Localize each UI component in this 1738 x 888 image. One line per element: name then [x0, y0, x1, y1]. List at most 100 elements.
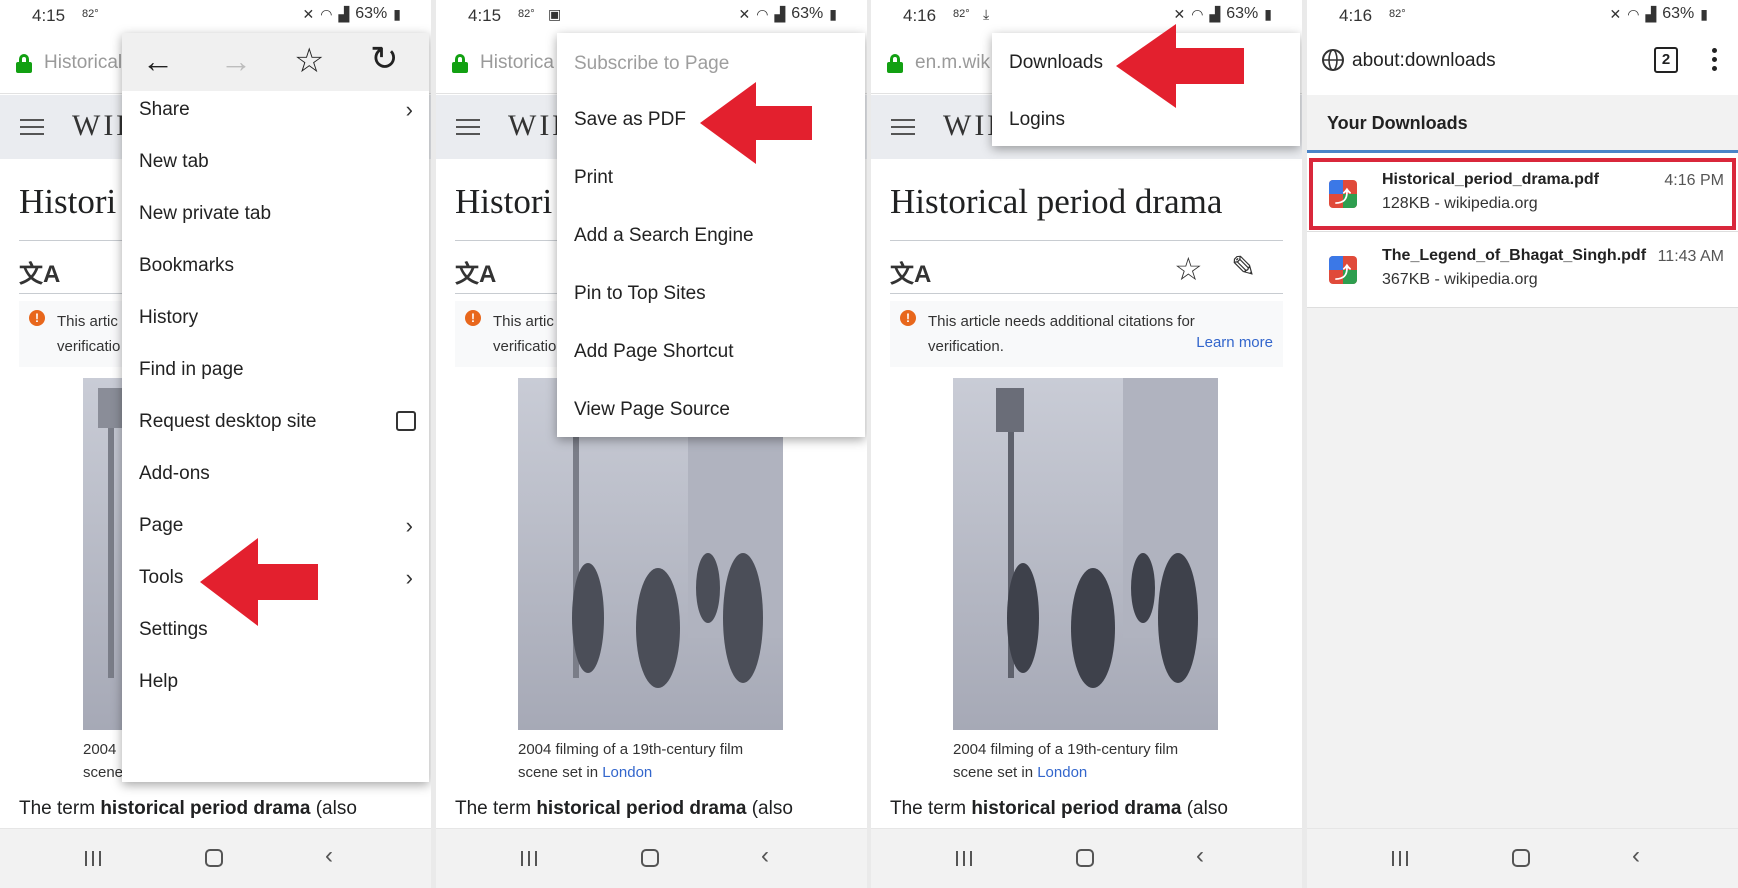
translate-icon[interactable]: 文A [890, 254, 931, 289]
download-item[interactable]: ⤴ Historical_period_drama.pdf 128KB - wi… [1307, 156, 1738, 232]
url-text[interactable]: about:downloads [1352, 50, 1496, 72]
status-time: 4:16 [903, 6, 937, 25]
recent-apps-icon[interactable] [521, 849, 541, 867]
translate-icon[interactable]: 文A [19, 254, 60, 289]
tab-counter-button[interactable]: 2 [1654, 47, 1678, 73]
london-link[interactable]: London [602, 764, 652, 781]
translate-icon[interactable]: 文A [455, 254, 496, 289]
menu-item-save-as-pdf[interactable]: Save as PDF [574, 109, 686, 131]
address-text[interactable]: en.m.wik [915, 52, 990, 74]
status-right: ✕ ◠ ▟ 63% ▮ [1610, 5, 1708, 23]
article-body-text: The term historical period drama (also [890, 798, 1228, 819]
article-body-text: The term historical period drama (also [455, 798, 793, 819]
status-bar: 4:16 82° ✕ ◠ ▟ 63% ▮ [1307, 0, 1738, 30]
edit-pencil-icon[interactable]: ✎ [1231, 250, 1256, 285]
menu-item-add-ons[interactable]: Add-ons [139, 463, 210, 485]
menu-item-history[interactable]: History [139, 307, 198, 329]
recent-apps-icon[interactable] [1392, 849, 1412, 867]
downloads-empty-area [1307, 308, 1738, 828]
wifi-icon: ◠ [320, 5, 333, 22]
recent-apps-icon[interactable] [956, 849, 976, 867]
panel-page-submenu: 4:15 82° ▣ ✕ ◠ ▟ 63% ▮ Historica WIK His… [436, 0, 867, 888]
home-icon[interactable] [1076, 849, 1094, 867]
android-nav-bar: ‹ [1307, 828, 1738, 888]
menu-item-add-page-shortcut[interactable]: Add Page Shortcut [574, 341, 734, 363]
menu-nav-row: ← → ☆ ↻ [122, 33, 429, 91]
menu-item-find-in-page[interactable]: Find in page [139, 359, 244, 381]
recent-apps-icon[interactable] [85, 849, 105, 867]
menu-item-add-search-engine[interactable]: Add a Search Engine [574, 225, 754, 247]
status-temperature: 82° [1389, 8, 1406, 20]
status-bar: 4:15 82° ✕ ◠ ▟ 63% ▮ [0, 0, 431, 30]
download-meta: 367KB - wikipedia.org [1382, 271, 1538, 288]
menu-item-pin-to-top-sites[interactable]: Pin to Top Sites [574, 283, 706, 305]
status-time: 4:15 [468, 6, 502, 25]
back-icon[interactable]: ‹ [325, 842, 333, 870]
hamburger-icon[interactable] [456, 119, 480, 136]
london-link[interactable]: London [1037, 764, 1087, 781]
menu-item-downloads[interactable]: Downloads [1009, 52, 1103, 74]
battery-icon: ▮ [829, 5, 837, 22]
browser-main-menu: ← → ☆ ↻ Share › New tab New private tab … [122, 33, 429, 782]
status-temperature: 82° [82, 8, 99, 20]
fog-photo-image [953, 378, 1218, 730]
address-text[interactable]: Historical [44, 52, 122, 74]
menu-item-help[interactable]: Help [139, 671, 178, 693]
menu-item-print[interactable]: Print [574, 167, 613, 189]
panel-main-menu: 4:15 82° ✕ ◠ ▟ 63% ▮ Historical WIK Hist… [0, 0, 431, 888]
bookmark-star-icon[interactable]: ☆ [294, 41, 324, 81]
lock-icon [452, 54, 468, 73]
home-icon[interactable] [205, 849, 223, 867]
menu-item-page[interactable]: Page [139, 515, 183, 537]
notice-line-2: verificatio [493, 338, 557, 355]
watch-star-icon[interactable]: ☆ [1174, 250, 1203, 288]
back-arrow-icon[interactable]: ← [142, 43, 174, 80]
overflow-menu-icon[interactable] [1712, 48, 1718, 72]
menu-item-subscribe-to-page: Subscribe to Page [574, 53, 730, 74]
menu-item-request-desktop-site[interactable]: Request desktop site [139, 411, 316, 433]
warning-icon: ! [29, 310, 45, 326]
status-temperature: 82° [518, 8, 535, 20]
battery-icon: ▮ [393, 5, 401, 22]
desktop-site-checkbox[interactable] [396, 411, 416, 431]
menu-item-logins[interactable]: Logins [1009, 109, 1065, 131]
reload-icon[interactable]: ↻ [370, 39, 399, 79]
notice-line-1: This article needs additional citations … [928, 313, 1195, 330]
lock-icon [887, 54, 903, 73]
back-icon[interactable]: ‹ [1196, 842, 1204, 870]
chevron-right-icon: › [405, 565, 413, 590]
mute-icon: ✕ [1609, 5, 1622, 22]
image-notification-icon: ▣ [548, 6, 562, 22]
wifi-icon: ◠ [1627, 5, 1640, 22]
download-item[interactable]: ⤴ The_Legend_of_Bhagat_Singh.pdf 367KB -… [1307, 232, 1738, 308]
status-right: ✕ ◠ ▟ 63% ▮ [739, 5, 837, 23]
downloads-section-header: Your Downloads [1307, 95, 1738, 153]
battery-level: 63% [1662, 5, 1695, 22]
home-icon[interactable] [1512, 849, 1530, 867]
menu-item-new-tab[interactable]: New tab [139, 151, 209, 173]
menu-item-bookmarks[interactable]: Bookmarks [139, 255, 234, 277]
hamburger-icon[interactable] [891, 119, 915, 136]
forward-arrow-icon[interactable]: → [220, 43, 252, 80]
status-right: ✕ ◠ ▟ 63% ▮ [303, 5, 401, 23]
red-arrow-icon [200, 538, 318, 626]
menu-item-new-private-tab[interactable]: New private tab [139, 203, 271, 225]
home-icon[interactable] [641, 849, 659, 867]
signal-icon: ▟ [1209, 5, 1221, 22]
wifi-icon: ◠ [756, 5, 769, 22]
menu-item-tools[interactable]: Tools [139, 567, 183, 589]
red-arrow-icon [1116, 24, 1244, 108]
lock-icon [16, 54, 32, 73]
back-icon[interactable]: ‹ [1632, 842, 1640, 870]
download-notification-icon: ⤓ [983, 6, 990, 22]
address-text[interactable]: Historica [480, 52, 554, 74]
back-icon[interactable]: ‹ [761, 842, 769, 870]
hamburger-icon[interactable] [20, 119, 44, 136]
article-photo [953, 378, 1218, 730]
battery-icon: ▮ [1264, 5, 1272, 22]
menu-item-view-page-source[interactable]: View Page Source [574, 399, 730, 421]
status-time: 4:15 [32, 6, 66, 25]
menu-item-settings[interactable]: Settings [139, 619, 208, 641]
learn-more-link[interactable]: Learn more [1196, 334, 1273, 351]
menu-item-share[interactable]: Share [139, 99, 190, 121]
